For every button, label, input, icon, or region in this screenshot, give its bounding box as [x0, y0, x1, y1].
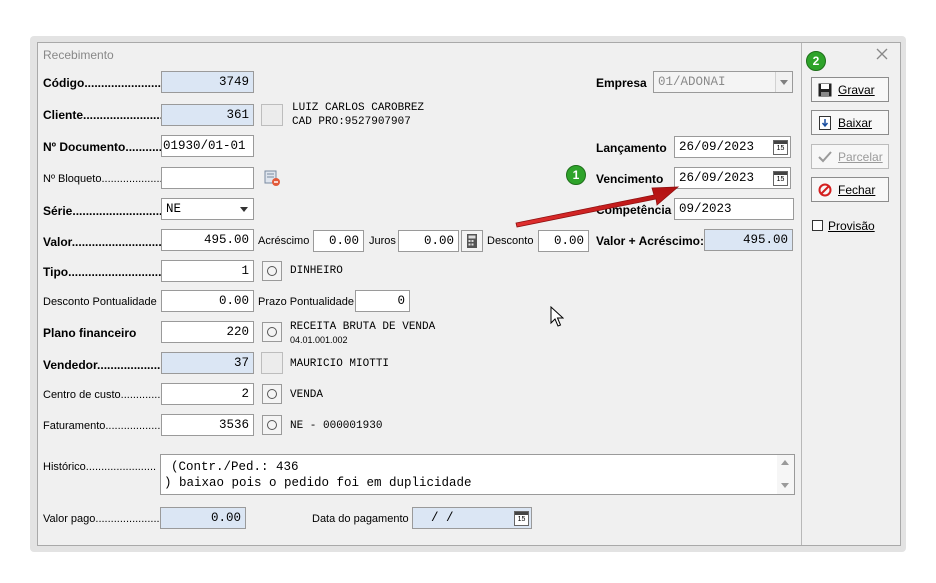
plano-search-icon[interactable] [262, 322, 282, 342]
cliente-label: Cliente.......................... [43, 108, 170, 122]
prazo-pontualidade-label: Prazo Pontualidade [258, 296, 355, 308]
recebimento-window: Recebimento Código......................… [37, 42, 901, 546]
vendedor-button[interactable] [261, 352, 283, 374]
centro-custo-field[interactable]: 2 [161, 383, 254, 405]
faturamento-label: Faturamento................... [43, 420, 164, 432]
provisao-checkbox[interactable] [812, 220, 823, 231]
prazo-pontualidade-field[interactable]: 0 [355, 290, 410, 312]
checkmark-icon [818, 150, 832, 162]
plano-financeiro-label: Plano financeiro [43, 326, 137, 340]
valor-acrescimo-label: Valor + Acréscimo: [596, 234, 704, 248]
window-title: Recebimento [43, 48, 114, 62]
plano-codigo: 04.01.001.002 [290, 335, 348, 345]
ndocumento-label: Nº Documento........... [43, 140, 163, 154]
ndocumento-field[interactable]: 01930/01-01 [161, 135, 254, 157]
valor-pago-field: 0.00 [160, 507, 246, 529]
gravar-button[interactable]: Gravar [811, 77, 889, 102]
plano-desc: RECEITA BRUTA DE VENDA [290, 321, 436, 333]
centro-custo-label: Centro de custo............. [43, 389, 161, 401]
tipo-field[interactable]: 1 [161, 260, 254, 282]
tipo-label: Tipo................................ [43, 265, 175, 279]
historico-textarea[interactable]: (Contr./Ped.: 436 ) baixao pois o pedido… [160, 454, 795, 495]
nbloqueto-field[interactable] [161, 167, 254, 189]
annotation-badge-2: 2 [806, 51, 826, 71]
empresa-select: 01/ADONAI [653, 71, 793, 93]
vencimento-calendar-icon[interactable]: 15 [773, 171, 788, 186]
annotation-arrow [515, 186, 680, 228]
baixar-label: Baixar [838, 115, 873, 130]
juros-label: Juros [369, 235, 396, 247]
scroll-down-icon[interactable] [781, 483, 789, 488]
plano-financeiro-field[interactable]: 220 [161, 321, 254, 343]
faturamento-field[interactable]: 3536 [161, 414, 254, 436]
fechar-button[interactable]: Fechar [811, 177, 889, 202]
serie-select[interactable]: NE [161, 198, 254, 220]
acrescimo-field[interactable]: 0.00 [313, 230, 364, 252]
data-pagamento-calendar-icon[interactable]: 15 [514, 511, 529, 526]
competencia-field[interactable]: 09/2023 [674, 198, 794, 220]
centro-search-icon[interactable] [262, 384, 282, 404]
vendedor-nome: MAURICIO MIOTTI [290, 358, 390, 370]
cliente-button[interactable] [261, 104, 283, 126]
lancamento-label: Lançamento [596, 141, 667, 155]
cliente-field[interactable]: 361 [161, 104, 254, 126]
juros-field[interactable]: 0.00 [398, 230, 459, 252]
valor-pago-label: Valor pago...................... [43, 513, 163, 525]
vendedor-label: Vendedor................... [43, 358, 161, 372]
codigo-field[interactable]: 3749 [161, 71, 254, 93]
historico-line-2: ) baixao pois o pedido foi em duplicidad… [164, 476, 472, 490]
serie-label: Série............................. [43, 204, 170, 218]
lancamento-calendar-icon[interactable]: 15 [773, 140, 788, 155]
tipo-desc: DINHEIRO [290, 265, 343, 277]
acrescimo-label: Acréscimo [258, 235, 310, 247]
valor-acrescimo-field: 495.00 [704, 229, 793, 251]
download-icon [819, 115, 831, 130]
close-icon[interactable] [876, 48, 888, 60]
valor-label: Valor.............................. [43, 235, 172, 249]
faturamento-desc: NE - 000001930 [290, 420, 383, 432]
data-pagamento-label: Data do pagamento [312, 513, 409, 525]
desconto-field[interactable]: 0.00 [538, 230, 589, 252]
cliente-nome: LUIZ CARLOS CAROBREZ [292, 102, 425, 114]
codigo-label: Código........................ [43, 76, 165, 90]
baixar-button[interactable]: Baixar [811, 110, 889, 135]
faturamento-search-icon[interactable] [262, 415, 282, 435]
fechar-label: Fechar [838, 182, 876, 197]
parcelar-label: Parcelar [838, 149, 883, 164]
parcelar-button[interactable]: Parcelar [811, 144, 889, 169]
boleto-delete-icon[interactable] [264, 170, 281, 187]
desconto-pontualidade-field[interactable]: 0.00 [161, 290, 254, 312]
scroll-up-icon[interactable] [781, 460, 789, 465]
empresa-label: Empresa [596, 76, 647, 90]
calculator-icon[interactable] [461, 230, 483, 252]
historico-label: Histórico....................... [43, 461, 157, 473]
provisao-label: Provisão [828, 219, 875, 233]
centro-desc: VENDA [290, 389, 324, 401]
tipo-search-icon[interactable] [262, 261, 282, 281]
cliente-info: CAD PRO:9527907907 [292, 116, 411, 128]
save-icon [818, 83, 832, 96]
desconto-label: Desconto [487, 235, 534, 247]
cancel-icon [818, 183, 832, 196]
valor-field[interactable]: 495.00 [161, 229, 254, 251]
vendedor-field[interactable]: 37 [161, 352, 254, 374]
gravar-label: Gravar [838, 82, 875, 97]
mouse-cursor-icon [550, 306, 564, 327]
desconto-pontualidade-label: Desconto Pontualidade [43, 296, 157, 308]
sidebar-separator [801, 43, 802, 545]
historico-scrollbar[interactable] [777, 455, 794, 494]
